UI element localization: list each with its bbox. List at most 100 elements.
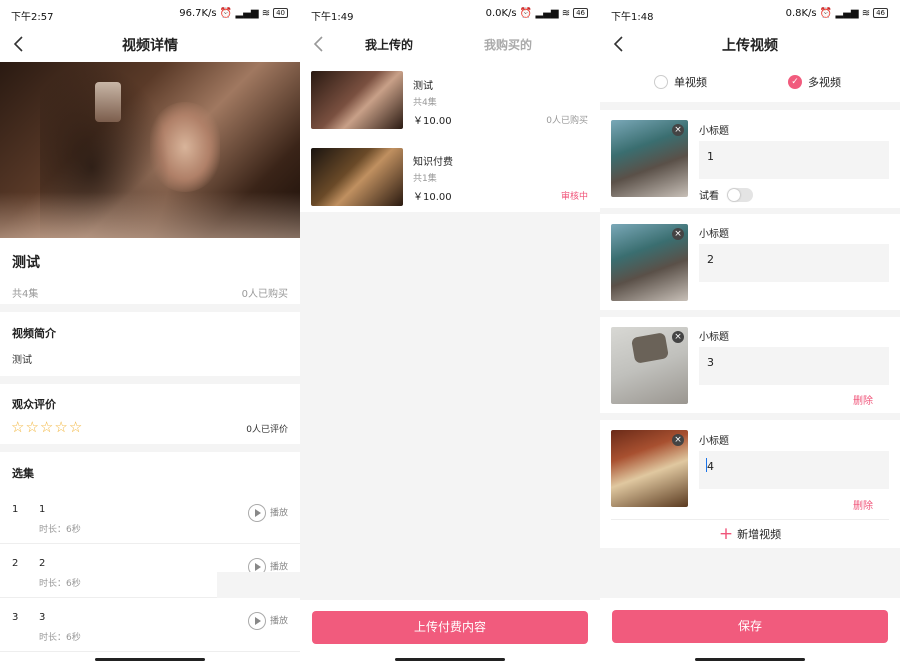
video-entry: × 小标题 1 试看 [600, 110, 900, 208]
tab-my-purchases[interactable]: 我购买的 [484, 36, 532, 53]
remove-thumbnail-icon[interactable]: × [672, 124, 684, 136]
episode-duration: 时长：6秒 [39, 525, 81, 535]
screen-video-detail: 下午2:57 96.7K/s ⏰ ▂▄▆ ≋ 40 视频详情 测试 共4集 0人已… [0, 0, 300, 667]
status-time: 下午2:57 [11, 12, 54, 23]
network-speed: 0.8K/s [785, 8, 817, 19]
network-speed: 96.7K/s [179, 8, 217, 19]
play-label: 播放 [269, 616, 288, 627]
item-price: ￥10.00 [413, 116, 452, 127]
trial-label: 试看 [699, 191, 719, 202]
screen-my-uploads: 下午1:49 0.0K/s ⏰ ▂▄▆ ≋ 46 我上传的 我购买的 测试 共4集… [300, 0, 600, 667]
star-icon: ☆ [39, 418, 54, 436]
video-entry: × 小标题 4 删除 + 新增视频 [600, 420, 900, 548]
episodes-card: 选集 1 1 时长：6秒 播放 2 2 时长：6秒 播放 3 3 时长：6秒 播… [0, 452, 300, 667]
plus-icon: + [718, 524, 734, 544]
radio-unchecked-icon [654, 75, 668, 89]
item-price: ￥10.00 [413, 192, 452, 203]
screen-upload-video: 下午1:48 0.8K/s ⏰ ▂▄▆ ≋ 46 上传视频 单视频 ✓ 多视频 × … [600, 0, 900, 667]
item-thumbnail [311, 148, 403, 206]
subtitle-input[interactable]: 1 [699, 141, 889, 179]
play-button[interactable]: 播放 [247, 504, 288, 522]
object-shape [631, 332, 669, 364]
play-icon [247, 504, 266, 522]
intro-text: 测试 [12, 355, 32, 366]
network-speed: 0.0K/s [485, 8, 517, 19]
item-episodes: 共1集 [413, 174, 437, 184]
purchase-count: 0人已购买 [241, 289, 288, 300]
status-time: 下午1:48 [611, 12, 654, 23]
subtitle-input[interactable]: 2 [699, 244, 889, 282]
remove-thumbnail-icon[interactable]: × [672, 434, 684, 446]
episode-name: 2 [39, 558, 46, 569]
item-status: 0人已购买 [546, 116, 588, 126]
episode-row[interactable]: 1 1 时长：6秒 播放 [0, 490, 300, 544]
remove-thumbnail-icon[interactable]: × [672, 331, 684, 343]
list-item[interactable]: 测试 共4集 ￥10.00 0人已购买 [300, 62, 600, 138]
delete-button[interactable]: 删除 [853, 497, 873, 512]
home-indicator[interactable] [95, 658, 205, 661]
episode-index: 2 [12, 558, 19, 569]
trial-toggle[interactable] [727, 187, 753, 202]
nav-bar: 我上传的 我购买的 [300, 26, 600, 62]
delete-button[interactable]: 删除 [853, 392, 873, 407]
mode-multi-label: 多视频 [808, 76, 841, 89]
home-indicator[interactable] [695, 658, 805, 661]
status-right: 0.8K/s ⏰ ▂▄▆ ≋ 46 [786, 8, 888, 19]
status-right: 0.0K/s ⏰ ▂▄▆ ≋ 46 [486, 8, 588, 19]
remove-thumbnail-icon[interactable]: × [672, 228, 684, 240]
trial-toggle-row: 试看 [699, 187, 753, 202]
episode-count: 共4集 [12, 289, 39, 300]
add-video-button[interactable]: + 新增视频 [600, 524, 900, 544]
rating-stars: ☆☆☆☆☆ [11, 417, 83, 436]
star-icon: ☆ [11, 418, 25, 436]
star-icon: ☆ [25, 418, 39, 436]
intro-card: 视频简介 测试 [0, 312, 300, 376]
episode-row[interactable]: 3 3 时长：6秒 播放 [0, 598, 300, 652]
intro-heading: 视频简介 [12, 327, 56, 340]
upload-paid-content-button[interactable]: 上传付费内容 [312, 611, 588, 644]
play-icon [247, 612, 266, 630]
star-icon: ☆ [68, 418, 83, 436]
episode-index: 3 [12, 612, 19, 623]
page-title: 上传视频 [722, 38, 778, 54]
radio-multi-video[interactable]: ✓ 多视频 [788, 74, 841, 90]
episode-index: 1 [12, 504, 19, 515]
tab-my-uploads[interactable]: 我上传的 [365, 36, 413, 53]
radio-single-video[interactable]: 单视频 [654, 74, 707, 90]
status-time: 下午1:49 [311, 12, 354, 23]
save-button[interactable]: 保存 [612, 610, 888, 643]
review-card: 观众评价 ☆☆☆☆☆ 0人已评价 [0, 384, 300, 444]
video-entry: × 小标题 3 删除 [600, 317, 900, 413]
nav-bar: 上传视频 [600, 26, 900, 62]
play-button[interactable]: 播放 [247, 612, 288, 630]
battery-icon: 46 [873, 8, 888, 18]
page-title: 视频详情 [122, 38, 178, 54]
item-title: 知识付费 [413, 157, 453, 168]
episode-duration: 时长：6秒 [39, 579, 81, 589]
subtitle-input[interactable]: 4 [699, 451, 889, 489]
nav-bar: 视频详情 [0, 26, 300, 62]
play-label: 播放 [269, 508, 288, 519]
subtitle-input[interactable]: 3 [699, 347, 889, 385]
subtitle-label: 小标题 [699, 229, 729, 240]
list-item[interactable]: 知识付费 共1集 ￥10.00 审核中 [300, 138, 600, 214]
item-episodes: 共4集 [413, 98, 437, 108]
divider [611, 519, 889, 520]
play-label: 播放 [269, 562, 288, 573]
star-icon: ☆ [54, 418, 68, 436]
add-video-label: 新增视频 [737, 528, 782, 541]
upload-list: 测试 共4集 ￥10.00 0人已购买 知识付费 共1集 ￥10.00 审核中 [300, 62, 600, 212]
subtitle-label: 小标题 [699, 436, 729, 447]
battery-icon: 46 [573, 8, 588, 18]
subtitle-label: 小标题 [699, 332, 729, 343]
back-arrow-icon[interactable] [310, 34, 328, 54]
episode-name: 3 [39, 612, 46, 623]
home-indicator[interactable] [395, 658, 505, 661]
subtitle-label: 小标题 [699, 126, 729, 137]
status-bar: 下午1:48 0.8K/s ⏰ ▂▄▆ ≋ 46 [600, 0, 900, 26]
radio-checked-icon: ✓ [788, 75, 802, 89]
status-bar: 下午1:49 0.0K/s ⏰ ▂▄▆ ≋ 46 [300, 0, 600, 26]
episode-duration: 时长：6秒 [39, 633, 81, 643]
video-cover[interactable] [0, 62, 300, 238]
episode-row[interactable]: 2 2 时长：6秒 播放 [0, 544, 300, 598]
